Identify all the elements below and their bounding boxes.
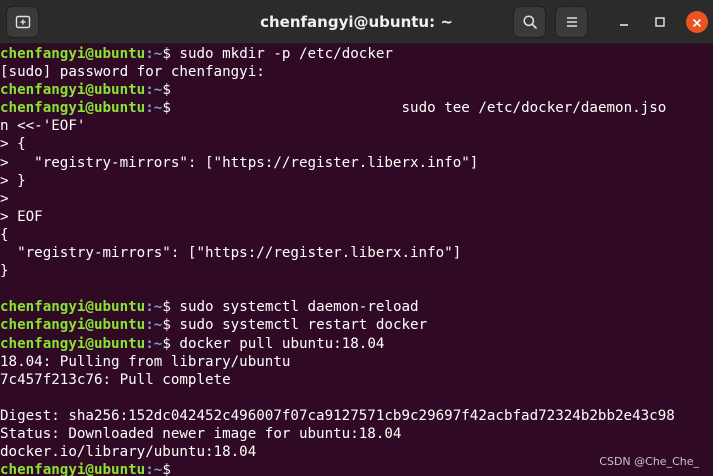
- output-text: > "registry-mirrors": ["https://register…: [0, 154, 479, 171]
- terminal-line: "registry-mirrors": ["https://register.l…: [0, 244, 713, 262]
- output-text: Status: Downloaded newer image for ubunt…: [0, 425, 402, 442]
- output-text: {: [0, 226, 9, 243]
- terminal-line: [sudo] password for chenfangyi:: [0, 63, 713, 81]
- search-button[interactable]: [513, 6, 546, 38]
- terminal-line: 7c457f213c76: Pull complete: [0, 371, 713, 389]
- output-text: > {: [0, 136, 26, 153]
- output-text: [sudo] password for chenfangyi:: [0, 64, 265, 81]
- command-text: sudo systemctl daemon-reload: [170, 299, 419, 316]
- terminal-line: }: [0, 262, 713, 280]
- prompt-symbol: $: [162, 317, 171, 334]
- prompt-path: :~: [145, 299, 163, 316]
- prompt-path: :~: [145, 100, 163, 117]
- prompt-path: :~: [145, 46, 163, 62]
- prompt-user-host: chenfangyi@ubuntu: [0, 335, 146, 352]
- new-tab-button[interactable]: [6, 6, 39, 38]
- terminal-line: > EOF: [0, 208, 713, 226]
- terminal-line: chenfangyi@ubuntu:~$ sudo systemctl daem…: [0, 298, 713, 316]
- prompt-path: :~: [145, 82, 163, 99]
- terminal-line: {: [0, 226, 713, 244]
- command-text: [171, 462, 180, 476]
- terminal-line: Status: Downloaded newer image for ubunt…: [0, 425, 713, 443]
- maximize-button[interactable]: [649, 11, 671, 33]
- prompt-symbol: $: [162, 82, 171, 99]
- close-icon: [692, 13, 702, 32]
- terminal-line: chenfangyi@ubuntu:~$: [0, 81, 713, 99]
- prompt-path: :~: [145, 335, 163, 352]
- output-text: n <<-'EOF': [0, 118, 86, 135]
- terminal-line: 18.04: Pulling from library/ubuntu: [0, 353, 713, 371]
- command-text: sudo tee /etc/docker/daemon.jso: [170, 100, 667, 117]
- close-button[interactable]: [686, 11, 708, 33]
- terminal-line: >: [0, 190, 713, 208]
- terminal-line: chenfangyi@ubuntu:~$ sudo systemctl rest…: [0, 316, 713, 334]
- prompt-user-host: chenfangyi@ubuntu: [0, 100, 146, 117]
- terminal-line: Digest: sha256:152dc042452c496007f07ca91…: [0, 407, 713, 425]
- output-text: 18.04: Pulling from library/ubuntu: [0, 353, 291, 370]
- prompt-symbol: $: [162, 100, 171, 117]
- prompt-user-host: chenfangyi@ubuntu: [0, 299, 146, 316]
- terminal-line: > }: [0, 172, 713, 190]
- prompt-path: :~: [145, 317, 163, 334]
- command-text: sudo mkdir -p /etc/docker: [170, 46, 393, 62]
- output-text: > }: [0, 172, 26, 189]
- output-text: > EOF: [0, 208, 43, 225]
- title-bar: chenfangyi@ubuntu: ~: [0, 0, 713, 44]
- minimize-icon: [618, 13, 630, 32]
- watermark: CSDN @Che_Che_: [599, 455, 699, 468]
- prompt-path: :~: [145, 462, 163, 476]
- hamburger-menu-icon: [564, 14, 580, 30]
- output-text: docker.io/library/ubuntu:18.04: [0, 444, 257, 461]
- command-text: sudo systemctl restart docker: [170, 317, 428, 334]
- terminal-line: n <<-'EOF': [0, 117, 713, 135]
- terminal-line: chenfangyi@ubuntu:~$ sudo tee /etc/docke…: [0, 99, 713, 117]
- terminal-line: chenfangyi@ubuntu:~$ sudo mkdir -p /etc/…: [0, 45, 713, 63]
- maximize-icon: [654, 13, 666, 32]
- output-text: "registry-mirrors": ["https://register.l…: [0, 245, 462, 262]
- prompt-symbol: $: [162, 462, 171, 476]
- prompt-symbol: $: [162, 46, 171, 62]
- search-icon: [522, 14, 538, 30]
- command-text: docker pull ubuntu:18.04: [170, 335, 385, 352]
- terminal-cursor: [179, 461, 188, 476]
- window-title: chenfangyi@ubuntu: ~: [260, 13, 453, 31]
- terminal-output[interactable]: chenfangyi@ubuntu:~$ sudo mkdir -p /etc/…: [0, 45, 713, 476]
- terminal-line: > "registry-mirrors": ["https://register…: [0, 154, 713, 172]
- prompt-symbol: $: [162, 335, 171, 352]
- prompt-user-host: chenfangyi@ubuntu: [0, 46, 146, 62]
- minimize-button[interactable]: [613, 11, 635, 33]
- prompt-user-host: chenfangyi@ubuntu: [0, 317, 146, 334]
- output-text: Digest: sha256:152dc042452c496007f07ca91…: [0, 407, 675, 424]
- output-text: >: [0, 190, 9, 207]
- output-text: 7c457f213c76: Pull complete: [0, 371, 231, 388]
- output-text: }: [0, 263, 9, 280]
- prompt-user-host: chenfangyi@ubuntu: [0, 462, 146, 476]
- prompt-user-host: chenfangyi@ubuntu: [0, 82, 146, 99]
- terminal-line: chenfangyi@ubuntu:~$ docker pull ubuntu:…: [0, 335, 713, 353]
- prompt-symbol: $: [162, 299, 171, 316]
- new-tab-icon: [15, 14, 31, 30]
- terminal-line: > {: [0, 135, 713, 153]
- menu-button[interactable]: [555, 6, 588, 38]
